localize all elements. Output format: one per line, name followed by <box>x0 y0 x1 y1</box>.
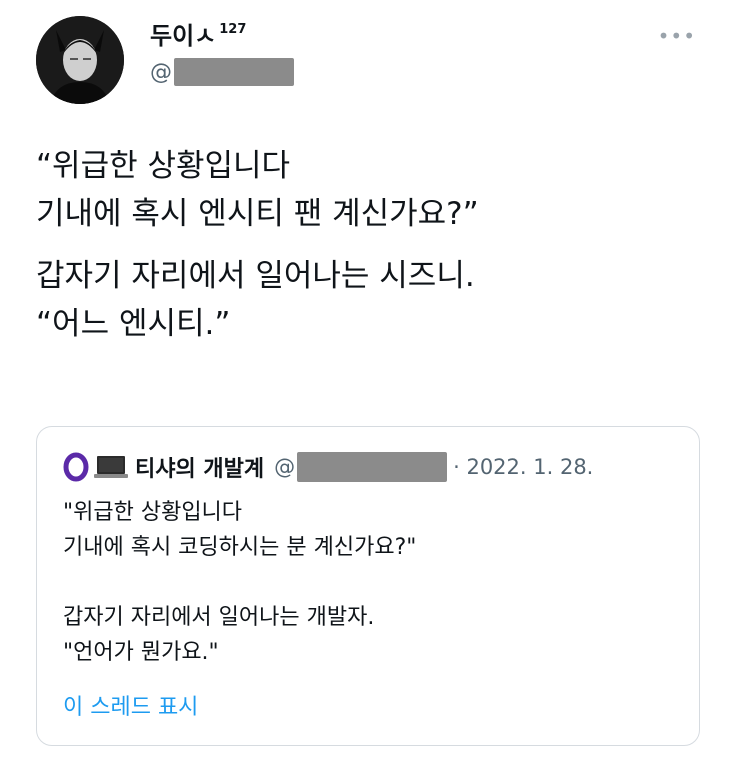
quoted-tweet-header: 티샤의 개발계 @ · 2022. 1. 28. <box>63 451 593 483</box>
purple-ring-logo-icon <box>63 452 89 482</box>
tweet-text: “위급한 상황입니다 기내에 혹시 엔시티 팬 계신가요?” 갑자기 자리에서 … <box>36 142 696 362</box>
quoted-line: "언어가 뭔가요." <box>63 640 219 665</box>
quoted-line: 갑자기 자리에서 일어나는 개발자. <box>63 605 375 630</box>
author-name-row[interactable]: 두이ㅅ 127 <box>150 22 246 50</box>
quoted-author-name[interactable]: 티샤의 개발계 <box>135 451 264 483</box>
quoted-date[interactable]: · 2022. 1. 28. <box>453 455 593 479</box>
redaction-block <box>297 452 448 482</box>
more-dots-icon[interactable]: ••• <box>658 24 696 48</box>
avatar[interactable] <box>36 16 124 104</box>
quoted-tweet-text: "위급한 상황입니다 기내에 혹시 코딩하시는 분 계신가요?" 갑자기 자리에… <box>63 495 673 670</box>
author-handle[interactable]: @ <box>150 58 294 86</box>
author-name-superscript: 127 <box>219 22 247 37</box>
quoted-tweet-card[interactable]: 티샤의 개발계 @ · 2022. 1. 28. "위급한 상황입니다 기내에 … <box>36 426 700 746</box>
quoted-line: 기내에 혹시 코딩하시는 분 계신가요?" <box>63 535 417 560</box>
author-handle-prefix: @ <box>150 59 172 85</box>
show-thread-link[interactable]: 이 스레드 표시 <box>63 689 198 721</box>
author-display-name[interactable]: 두이ㅅ <box>150 22 216 50</box>
quoted-line: "위급한 상황입니다 <box>63 500 243 525</box>
laptop-icon <box>94 456 128 478</box>
redaction-block <box>174 58 294 86</box>
tweet-line: 기내에 혹시 엔시티 팬 계신가요?” <box>36 196 479 232</box>
tweet-line: “어느 엔시티.” <box>36 306 231 342</box>
tweet-line: 갑자기 자리에서 일어나는 시즈니. <box>36 258 475 294</box>
quoted-handle-prefix: @ <box>274 455 296 479</box>
avatar-image <box>36 16 124 104</box>
tweet-line: “위급한 상황입니다 <box>36 148 291 184</box>
